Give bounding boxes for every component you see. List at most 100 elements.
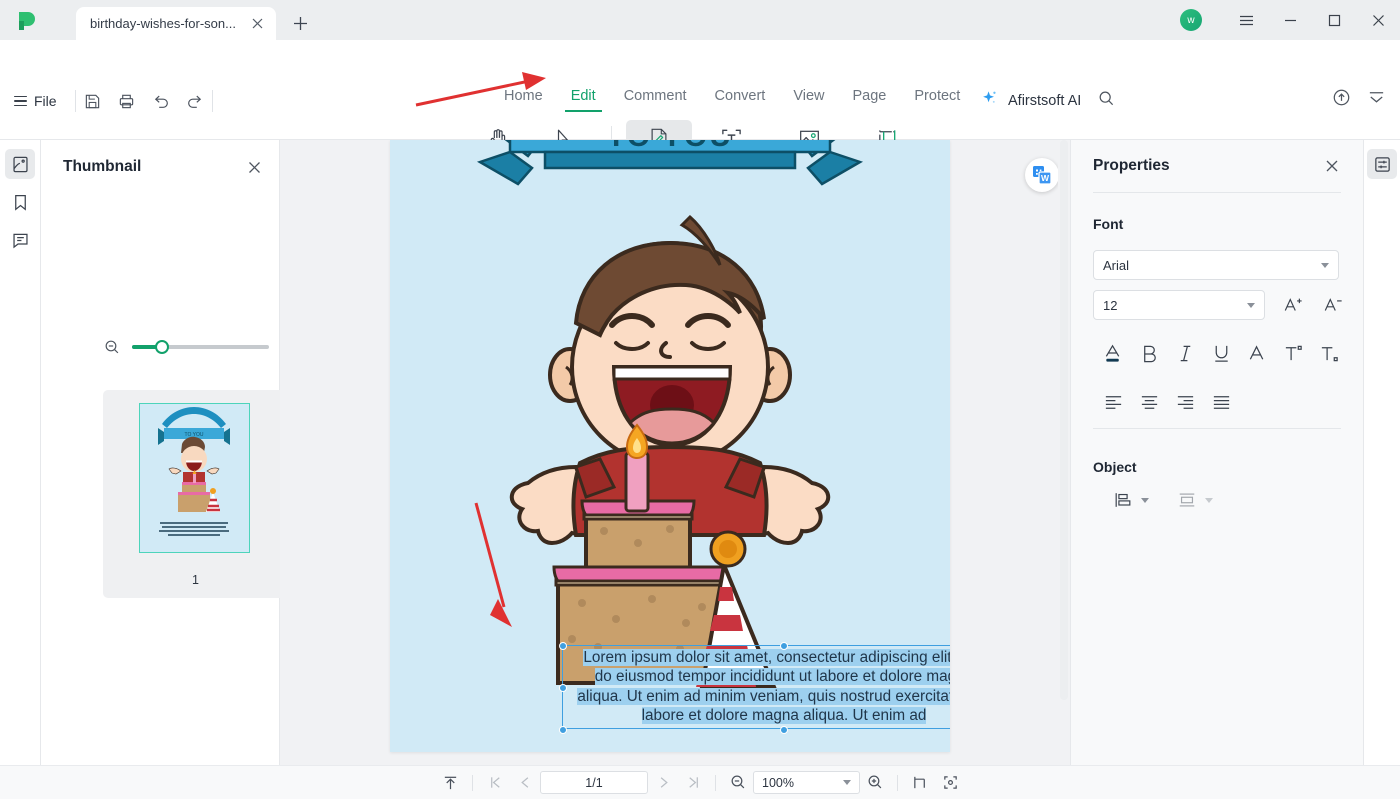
slider-knob[interactable] <box>155 340 169 354</box>
thumbnail-page-preview[interactable]: TO YOU <box>139 403 250 553</box>
zoom-level-value: 100% <box>762 775 794 790</box>
next-page-icon[interactable] <box>648 770 678 796</box>
page-number-input[interactable]: 1/1 <box>540 771 648 794</box>
zoom-out-icon[interactable] <box>101 336 123 358</box>
font-color-icon[interactable] <box>1095 338 1131 368</box>
paragraph-align-toolbar <box>1095 387 1239 417</box>
thumbnail-panel: Thumbnail TO YOU 1 <box>41 140 295 799</box>
align-right-icon[interactable] <box>1167 387 1203 417</box>
close-icon[interactable] <box>243 156 265 178</box>
cloud-upload-icon[interactable] <box>1332 88 1351 112</box>
app-menu-button[interactable] <box>1224 0 1268 40</box>
close-window-button[interactable] <box>1356 0 1400 40</box>
increase-font-size-icon[interactable] <box>1275 290 1311 320</box>
fit-page-icon[interactable] <box>935 770 965 796</box>
title-bar: birthday-wishes-for-son... w <box>0 0 1400 40</box>
file-menu-button[interactable]: File <box>34 93 57 109</box>
last-page-icon[interactable] <box>678 770 708 796</box>
text-line-1: Lorem ipsum dolor sit amet, consectetur … <box>583 649 950 666</box>
strikethrough-icon[interactable] <box>1239 338 1275 368</box>
first-page-icon[interactable] <box>480 770 510 796</box>
text-box-content[interactable]: Lorem ipsum dolor sit amet, consectetur … <box>563 648 950 725</box>
document-vertical-scrollbar[interactable] <box>1058 140 1070 765</box>
sidebar-item-bookmark[interactable] <box>5 187 35 217</box>
decrease-font-size-icon[interactable] <box>1315 290 1351 320</box>
menu-item-protect[interactable]: Protect <box>900 88 974 112</box>
menu-item-comment[interactable]: Comment <box>610 88 701 112</box>
resize-handle-nw[interactable] <box>559 642 567 650</box>
quick-access-toolbar: File <box>14 86 213 116</box>
object-section-label: Object <box>1093 459 1137 475</box>
bold-icon[interactable] <box>1131 338 1167 368</box>
search-icon[interactable] <box>1098 90 1115 112</box>
left-icon-rail <box>0 140 41 799</box>
selected-text-box[interactable]: Lorem ipsum dolor sit amet, consectetur … <box>559 642 950 734</box>
font-family-select[interactable]: Arial <box>1093 250 1339 280</box>
font-format-toolbar <box>1095 338 1347 368</box>
maximize-button[interactable] <box>1312 0 1356 40</box>
menu-bar: Home Edit Comment Convert View Page Prot… <box>490 88 974 112</box>
convert-to-word-icon[interactable]: W <box>1025 158 1059 192</box>
resize-handle-sw[interactable] <box>559 726 567 734</box>
sidebar-item-comment[interactable] <box>5 225 35 255</box>
resize-handle-s[interactable] <box>780 726 788 734</box>
undo-icon[interactable] <box>144 86 178 116</box>
pdf-page[interactable]: TO YOU <box>390 140 950 752</box>
menu-item-view[interactable]: View <box>779 88 838 112</box>
text-line-2: do eiusmod tempor incididunt ut labore e… <box>594 668 950 686</box>
zoom-level-select[interactable]: 100% <box>753 771 860 794</box>
italic-icon[interactable] <box>1167 338 1203 368</box>
collapse-ribbon-icon[interactable] <box>1367 88 1386 112</box>
chevron-down-icon[interactable] <box>1205 497 1213 503</box>
subscript-icon[interactable] <box>1311 338 1347 368</box>
ribbon-right-icons <box>1332 88 1386 112</box>
underline-icon[interactable] <box>1203 338 1239 368</box>
ai-assistant-label[interactable]: Afirstsoft AI <box>1008 93 1081 109</box>
hamburger-icon[interactable] <box>14 95 27 107</box>
right-icon-rail <box>1363 140 1400 799</box>
align-objects-icon[interactable] <box>1108 487 1138 513</box>
new-tab-button[interactable] <box>285 8 315 38</box>
menu-item-page[interactable]: Page <box>839 88 901 112</box>
avatar[interactable]: w <box>1180 9 1202 31</box>
menu-item-edit[interactable]: Edit <box>557 88 610 112</box>
close-icon[interactable] <box>248 15 266 33</box>
thumbnail-page-card[interactable]: TO YOU 1 <box>103 390 288 598</box>
menu-item-home[interactable]: Home <box>490 88 557 112</box>
resize-handle-w[interactable] <box>559 684 567 692</box>
fit-width-icon[interactable] <box>905 770 935 796</box>
scrollbar-thumb[interactable] <box>1060 140 1068 700</box>
chevron-down-icon <box>1321 262 1329 268</box>
divider <box>897 774 898 791</box>
save-icon[interactable] <box>76 86 110 116</box>
sidebar-item-properties[interactable] <box>1367 149 1397 179</box>
print-icon[interactable] <box>110 86 144 116</box>
sidebar-item-thumbnail[interactable] <box>5 149 35 179</box>
minimize-button[interactable] <box>1268 0 1312 40</box>
ribbon: File Home Edit Comment Convert View Page <box>0 40 1400 173</box>
zoom-out-icon[interactable] <box>723 770 753 796</box>
align-justify-icon[interactable] <box>1203 387 1239 417</box>
menu-item-convert[interactable]: Convert <box>701 88 780 112</box>
font-size-select[interactable]: 12 <box>1093 290 1265 320</box>
font-family-value: Arial <box>1103 257 1130 273</box>
arrange-objects-icon[interactable] <box>1172 487 1202 513</box>
redo-icon[interactable] <box>178 86 212 116</box>
document-canvas[interactable]: TO YOU <box>280 140 1070 765</box>
thumbnail-panel-header: Thumbnail <box>63 156 265 178</box>
thumbnail-zoom-slider[interactable] <box>132 340 269 354</box>
chevron-down-icon[interactable] <box>1141 497 1149 503</box>
page-number-value: 1/1 <box>585 775 603 790</box>
zoom-in-icon[interactable] <box>860 770 890 796</box>
document-tab[interactable]: birthday-wishes-for-son... <box>76 7 276 40</box>
superscript-icon[interactable] <box>1275 338 1311 368</box>
align-center-icon[interactable] <box>1131 387 1167 417</box>
app-logo-icon <box>14 8 40 34</box>
font-size-steppers <box>1275 290 1351 320</box>
align-left-icon[interactable] <box>1095 387 1131 417</box>
close-icon[interactable] <box>1321 155 1343 177</box>
scroll-to-top-icon[interactable] <box>435 770 465 796</box>
previous-page-icon[interactable] <box>510 770 540 796</box>
resize-handle-n[interactable] <box>780 642 788 650</box>
font-size-value: 12 <box>1103 297 1118 313</box>
